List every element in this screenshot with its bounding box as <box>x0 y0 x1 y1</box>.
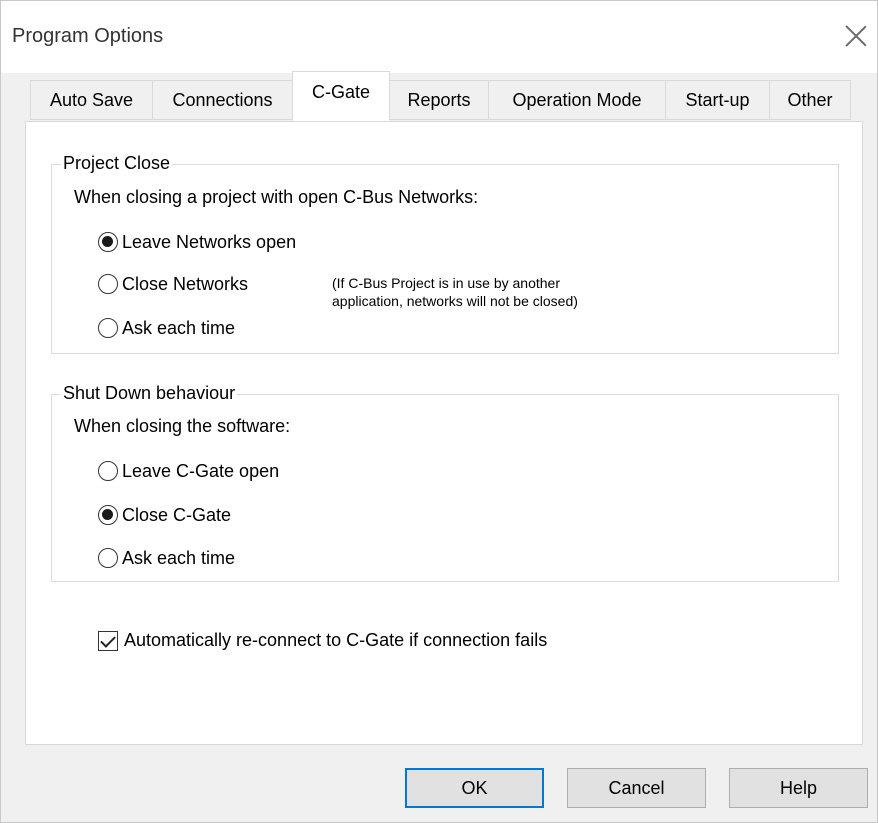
tab-other[interactable]: Other <box>769 80 851 120</box>
radio-label: Leave C-Gate open <box>122 460 280 481</box>
radio-label: Leave Networks open <box>122 231 297 252</box>
reconnect-label: Automatically re-connect to C-Gate if co… <box>124 630 548 650</box>
tab-auto-save[interactable]: Auto Save <box>30 80 153 120</box>
program-options-dialog: Program Options Auto Save Connections C-… <box>0 0 878 823</box>
radio-close-networks[interactable]: Close Networks <box>98 270 248 298</box>
reconnect-checkbox-row[interactable]: Automatically re-connect to C-Gate if co… <box>98 630 547 651</box>
radio-unselected-icon[interactable] <box>98 461 118 481</box>
project-close-label: Project Close <box>61 153 173 174</box>
help-button[interactable]: Help <box>729 768 868 808</box>
radio-selected-icon[interactable] <box>98 505 118 525</box>
close-icon[interactable] <box>841 21 871 51</box>
radio-leave-c-gate-open[interactable]: Leave C-Gate open <box>98 457 279 485</box>
radio-label: Ask each time <box>122 547 236 568</box>
radio-label: Close C-Gate <box>122 504 232 525</box>
radio-label: Ask each time <box>122 317 236 338</box>
cancel-button[interactable]: Cancel <box>567 768 706 808</box>
tab-connections[interactable]: Connections <box>152 80 293 120</box>
title-bar: Program Options <box>1 1 877 73</box>
radio-selected-icon[interactable] <box>98 232 118 252</box>
tab-reports[interactable]: Reports <box>389 80 489 120</box>
tab-c-gate[interactable]: C-Gate <box>292 71 390 121</box>
radio-unselected-icon[interactable] <box>98 318 118 338</box>
ok-button[interactable]: OK <box>405 768 544 808</box>
radio-ask-each-time-shutdown[interactable]: Ask each time <box>98 544 235 572</box>
window-title: Program Options <box>12 25 164 47</box>
c-gate-tab-panel: Project Close When closing a project wit… <box>25 121 863 745</box>
close-networks-note: (If C-Bus Project is in use by another a… <box>332 275 578 309</box>
project-close-caption: When closing a project with open C-Bus N… <box>74 187 479 207</box>
shutdown-label: Shut Down behaviour <box>61 383 238 404</box>
tab-operation-mode[interactable]: Operation Mode <box>488 80 666 120</box>
tab-start-up[interactable]: Start-up <box>665 80 770 120</box>
shutdown-caption: When closing the software: <box>74 416 291 436</box>
radio-unselected-icon[interactable] <box>98 274 118 294</box>
radio-unselected-icon[interactable] <box>98 548 118 568</box>
radio-label: Close Networks <box>122 273 249 294</box>
radio-ask-each-time-project[interactable]: Ask each time <box>98 314 235 342</box>
radio-close-c-gate[interactable]: Close C-Gate <box>98 501 231 529</box>
radio-leave-networks-open[interactable]: Leave Networks open <box>98 228 296 256</box>
checkbox-checked-icon[interactable] <box>98 630 118 651</box>
